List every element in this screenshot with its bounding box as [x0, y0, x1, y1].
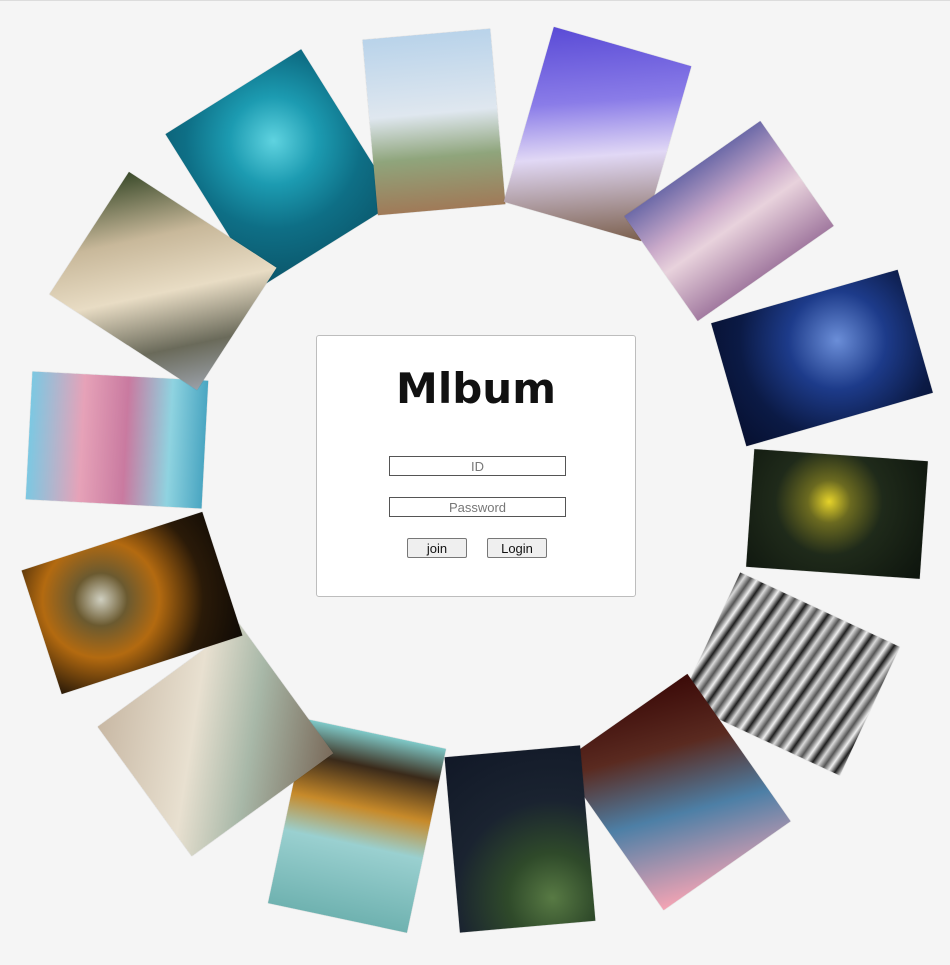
photo-snow-green	[444, 745, 596, 933]
password-input[interactable]	[389, 497, 566, 517]
join-button[interactable]: join	[407, 538, 467, 558]
photo-man-yellow-smoke	[746, 449, 928, 579]
login-card: Mlbum join Login	[316, 335, 636, 597]
photo-ice-cream-shop	[25, 371, 209, 509]
login-button[interactable]: Login	[487, 538, 547, 558]
photo-blue-forest-moon	[711, 269, 933, 447]
app-title: Mlbum	[396, 364, 556, 413]
photo-couple-street	[362, 28, 506, 216]
id-input[interactable]	[389, 456, 566, 476]
